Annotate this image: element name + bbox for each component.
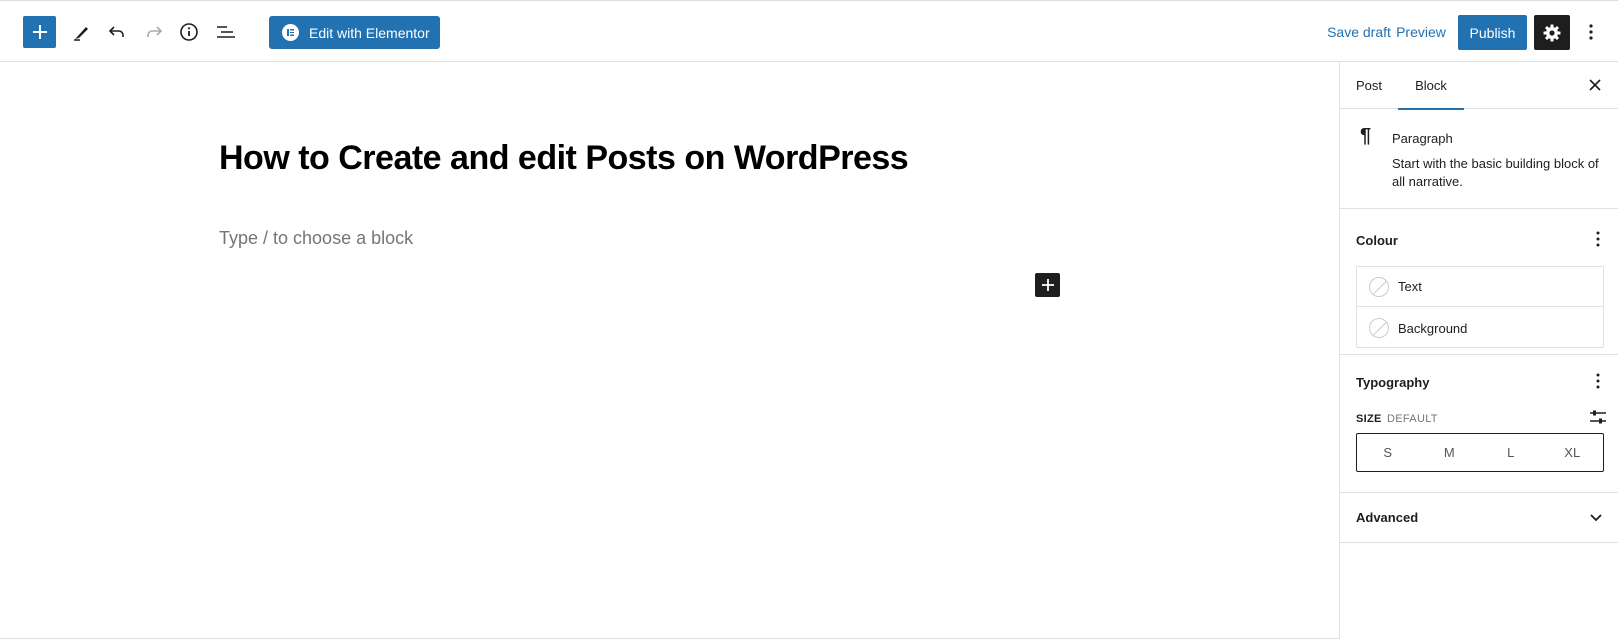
kebab-icon: [1589, 24, 1593, 40]
redo-button[interactable]: [138, 16, 170, 48]
plus-icon: [1041, 279, 1054, 291]
list-view-icon: [217, 26, 235, 38]
size-label-text: SIZE: [1356, 413, 1382, 425]
post-title[interactable]: How to Create and edit Posts on WordPres…: [219, 139, 909, 178]
colour-panel: Colour Text Background: [1340, 209, 1618, 355]
pencil-icon: [74, 27, 88, 41]
settings-button[interactable]: [1534, 15, 1570, 50]
publish-button[interactable]: Publish: [1458, 15, 1527, 50]
paragraph-icon: ¶: [1360, 125, 1372, 147]
advanced-panel-toggle[interactable]: Advanced: [1340, 493, 1618, 543]
edit-with-elementor-button[interactable]: Edit with Elementor: [269, 16, 440, 49]
details-button[interactable]: [173, 16, 205, 48]
custom-size-toggle[interactable]: [1586, 405, 1610, 429]
kebab-icon: [1596, 231, 1600, 247]
font-size-picker: S M L XL: [1356, 433, 1604, 472]
tab-post[interactable]: Post: [1356, 62, 1382, 109]
editor-header: Edit with Elementor Save draft Preview P…: [0, 0, 1618, 62]
undo-button[interactable]: [101, 16, 133, 48]
empty-swatch-icon: [1369, 276, 1389, 297]
advanced-panel-title: Advanced: [1356, 510, 1419, 525]
block-card-description: Start with the basic building block of a…: [1392, 156, 1599, 189]
add-block-button[interactable]: [1035, 273, 1060, 297]
block-card: ¶ Paragraph Start with the basic buildin…: [1340, 109, 1618, 209]
edit-with-elementor-label: Edit with Elementor: [309, 24, 430, 41]
typography-options-button[interactable]: [1588, 371, 1608, 391]
list-view-button[interactable]: [210, 16, 242, 48]
size-option-l[interactable]: L: [1480, 434, 1542, 471]
paragraph-block-placeholder[interactable]: Type / to choose a block: [219, 228, 413, 249]
options-menu-button[interactable]: [1578, 16, 1604, 48]
block-inserter-toggle[interactable]: [23, 16, 56, 48]
sidebar-tabs: Post Block: [1340, 62, 1618, 110]
chevron-down-icon: [1586, 507, 1606, 527]
close-icon: [1589, 79, 1601, 91]
editor-canvas[interactable]: How to Create and edit Posts on WordPres…: [0, 62, 1339, 639]
tab-block[interactable]: Block: [1398, 62, 1464, 110]
tools-button[interactable]: [66, 16, 98, 48]
settings-sliders-icon: [1590, 410, 1606, 424]
kebab-icon: [1596, 373, 1600, 389]
colour-panel-title: Colour: [1356, 233, 1398, 248]
plus-icon: [32, 25, 47, 39]
elementor-icon: [282, 24, 299, 41]
gear-icon: [1543, 24, 1561, 41]
background-colour-item[interactable]: Background: [1357, 308, 1603, 348]
size-option-s[interactable]: S: [1357, 434, 1419, 471]
undo-icon: [108, 26, 124, 37]
size-default-value: DEFAULT: [1387, 413, 1438, 425]
colour-settings-list: Text Background: [1356, 266, 1604, 348]
empty-swatch-icon: [1369, 318, 1389, 338]
typography-panel: Typography SIZE DEFAULT S M L XL: [1340, 355, 1618, 493]
block-card-title: Paragraph: [1392, 131, 1453, 146]
typography-panel-title: Typography: [1356, 375, 1430, 390]
font-size-label: SIZE DEFAULT: [1356, 413, 1438, 425]
settings-sidebar: Post Block ¶ Paragraph Start with the ba…: [1339, 62, 1618, 639]
colour-options-button[interactable]: [1588, 229, 1608, 249]
text-colour-label: Text: [1398, 279, 1422, 294]
size-option-m[interactable]: M: [1419, 434, 1481, 471]
size-option-xl[interactable]: XL: [1542, 434, 1604, 471]
close-sidebar-button[interactable]: [1580, 70, 1610, 100]
text-colour-item[interactable]: Text: [1357, 267, 1603, 307]
redo-icon: [147, 26, 163, 37]
background-colour-label: Background: [1398, 320, 1468, 336]
info-icon: [180, 23, 198, 41]
preview-button[interactable]: Preview: [1391, 16, 1451, 48]
